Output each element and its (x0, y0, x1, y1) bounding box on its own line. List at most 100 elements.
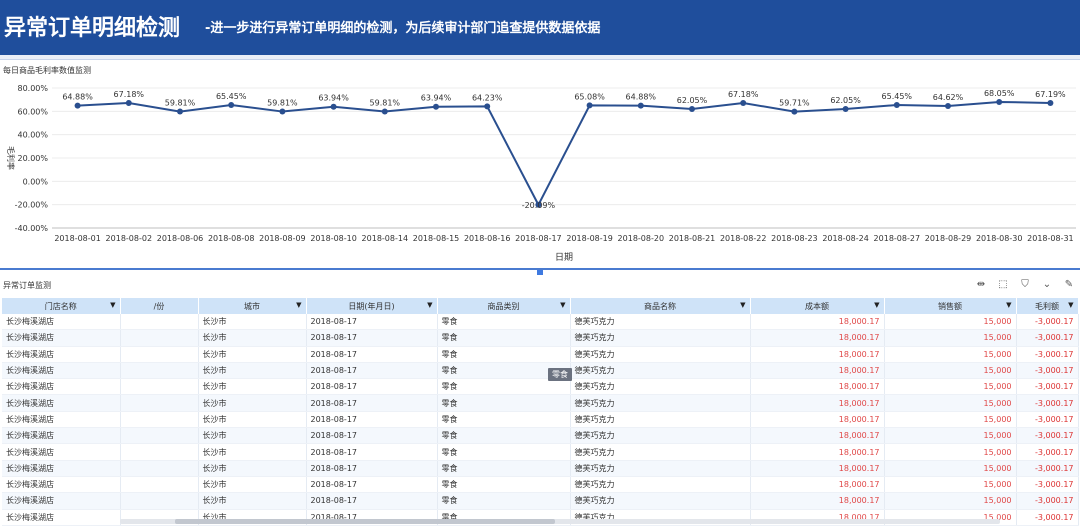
data-point[interactable] (177, 108, 183, 115)
data-point[interactable] (637, 102, 644, 109)
table-cell: 长沙市 (198, 492, 307, 510)
table-cell (120, 362, 199, 380)
data-point[interactable] (689, 105, 695, 112)
sort-dropdown-icon[interactable]: ▼ (740, 301, 745, 309)
column-header[interactable]: 日期(年月日) ▼ (306, 298, 438, 314)
column-header-label: 成本额 (805, 301, 829, 311)
column-header[interactable]: 城市 ▼ (198, 298, 307, 314)
export-icon[interactable]: ⬚ (996, 278, 1010, 292)
data-point[interactable] (330, 103, 337, 110)
table-cell: -3,000.17 (1016, 443, 1079, 461)
data-label: 64.88% (626, 93, 657, 102)
fit-width-icon[interactable]: ⇹ (974, 278, 988, 292)
table-cell: -3,000.17 (1016, 411, 1079, 429)
x-tick-label: 2018-08-24 (822, 234, 869, 243)
table-cell: 德芙巧克力 (570, 362, 751, 380)
table-cell: 长沙梅溪湖店 (2, 460, 121, 477)
table-cell (120, 460, 199, 477)
table-row[interactable]: 长沙梅溪湖店 长沙市 2018-08-17 零食 德芙巧克力 18,000.17 15,00… (2, 460, 1079, 477)
table-cell: 18,000.17 (750, 362, 885, 380)
data-point[interactable] (791, 108, 798, 115)
table-row[interactable]: 长沙梅溪湖店 长沙市 2018-08-17 零食 德芙巧克力 18,000.17 15,00… (2, 314, 1079, 331)
sort-dropdown-icon[interactable]: ▼ (427, 301, 432, 309)
table-cell: -3,000.17 (1016, 378, 1079, 396)
column-header[interactable]: 成本额 ▼ (750, 298, 885, 314)
table-cell (120, 378, 199, 396)
table-cell: -3,000.17 (1016, 427, 1079, 445)
data-point[interactable] (125, 99, 132, 106)
data-point[interactable] (945, 102, 951, 109)
table-row[interactable]: 长沙梅溪湖店 长沙市 2018-08-17 零食 德芙巧克力 18,000.17 15,00… (2, 329, 1079, 347)
table-cell: 18,000.17 (750, 346, 885, 363)
table-cell: 零食 (437, 476, 571, 494)
data-point[interactable] (1047, 99, 1054, 106)
y-tick-label: -20.00% (15, 201, 49, 210)
table-cell: 2018-08-17 (306, 346, 438, 363)
column-header[interactable]: 商品名称 ▼ (570, 298, 751, 314)
table-cell (120, 314, 199, 331)
edit-icon[interactable]: ✎ (1062, 278, 1076, 292)
data-point[interactable] (842, 105, 849, 112)
table-row[interactable]: 长沙梅溪湖店 长沙市 2018-08-17 零食 德芙巧克力 18,000.17 15,00… (2, 378, 1079, 396)
sort-dropdown-icon[interactable]: ▼ (874, 301, 879, 309)
data-point[interactable] (433, 103, 439, 110)
table-panel: 异常订单监测 ⇹ ⬚ ⛉ ⌄ ✎ 门店名称 ▼/份 城市 ▼ 日期(年月日) ▼ 商品类别 ▼ 商品名称… (0, 276, 1080, 527)
table-cell: -3,000.17 (1016, 509, 1079, 526)
column-header-label: 毛利额 (1035, 301, 1059, 311)
data-point[interactable] (228, 101, 235, 108)
table-row[interactable]: 长沙梅溪湖店 长沙市 2018-08-17 零食 德芙巧克力 18,000.17 15,00… (2, 362, 1079, 380)
filter-icon[interactable]: ⛉ (1018, 278, 1032, 292)
x-tick-label: 2018-08-16 (464, 234, 511, 243)
y-axis-label: 毛利率 (6, 146, 16, 170)
table-cell: 15,000 (884, 378, 1017, 396)
table-cell: 15,000 (884, 329, 1017, 347)
table-row[interactable]: 长沙梅溪湖店 长沙市 2018-08-17 零食 德芙巧克力 18,000.17 15,00… (2, 492, 1079, 510)
table-row[interactable]: 长沙梅溪湖店 长沙市 2018-08-17 零食 德芙巧克力 18,000.17 15,00… (2, 394, 1079, 412)
sort-dropdown-icon[interactable]: ▼ (1068, 301, 1073, 309)
table-cell: 18,000.17 (750, 378, 885, 396)
data-point[interactable] (279, 108, 286, 115)
table-cell: 15,000 (884, 411, 1017, 429)
table-row[interactable]: 长沙梅溪湖店 长沙市 2018-08-17 零食 德芙巧克力 18,000.17 15,00… (2, 427, 1079, 445)
dropdown-icon[interactable]: ⌄ (1040, 278, 1054, 292)
table-cell: 2018-08-17 (306, 443, 438, 461)
table-row[interactable]: 长沙梅溪湖店 长沙市 2018-08-17 零食 德芙巧克力 18,000.17 15,00… (2, 443, 1079, 461)
table-cell: 长沙市 (198, 362, 307, 380)
column-header[interactable]: 商品类别 ▼ (437, 298, 571, 314)
data-label: 64.23% (472, 93, 503, 102)
table-cell: 长沙梅溪湖店 (2, 314, 121, 331)
data-point[interactable] (740, 99, 747, 106)
sort-dropdown-icon[interactable]: ▼ (560, 301, 565, 309)
data-point[interactable] (893, 101, 900, 108)
table-cell: 15,000 (884, 492, 1017, 510)
splitter-handle[interactable] (537, 270, 543, 275)
abnormal-order-table: 门店名称 ▼ /份 城市 ▼ 日期(年月日) ▼ 商品类别 ▼ 商品名称 ▼ 成本额 ▼ 销售额 ▼ 毛利额 ▼… (2, 298, 1079, 526)
column-header[interactable]: 销售额 ▼ (884, 298, 1017, 314)
table-cell: 德芙巧克力 (570, 411, 751, 429)
data-label: 59.81% (165, 99, 196, 108)
sort-dropdown-icon[interactable]: ▼ (110, 301, 115, 309)
data-point[interactable] (74, 102, 81, 109)
horizontal-scrollbar[interactable] (120, 519, 1000, 524)
table-row[interactable]: 长沙梅溪湖店 长沙市 2018-08-17 零食 德芙巧克力 18,000.17 15,00… (2, 411, 1079, 429)
column-header[interactable]: 门店名称 ▼ (2, 298, 121, 314)
horizontal-scrollbar-thumb[interactable] (175, 519, 555, 524)
sort-dropdown-icon[interactable]: ▼ (1006, 301, 1011, 309)
table-row[interactable]: 长沙梅溪湖店 长沙市 2018-08-17 零食 德芙巧克力 18,000.17 15,00… (2, 346, 1079, 363)
y-tick-label: 60.00% (17, 107, 48, 116)
x-tick-label: 2018-08-21 (669, 234, 716, 243)
data-point[interactable] (484, 103, 491, 110)
sort-dropdown-icon[interactable]: ▼ (296, 301, 301, 309)
data-point[interactable] (996, 98, 1003, 105)
table-cell (120, 492, 199, 510)
table-cell: 长沙梅溪湖店 (2, 378, 121, 396)
table-cell: 长沙梅溪湖店 (2, 443, 121, 461)
column-header[interactable]: /份 (120, 298, 199, 314)
data-point[interactable] (381, 108, 388, 115)
data-point[interactable] (586, 102, 593, 109)
table-row[interactable]: 长沙梅溪湖店 长沙市 2018-08-17 零食 德芙巧克力 18,000.17 15,00… (2, 476, 1079, 494)
data-label: 67.19% (1035, 90, 1066, 99)
x-tick-label: 2018-08-17 (515, 234, 562, 243)
data-label: 64.62% (933, 93, 964, 102)
column-header[interactable]: 毛利额 ▼ (1016, 298, 1079, 314)
